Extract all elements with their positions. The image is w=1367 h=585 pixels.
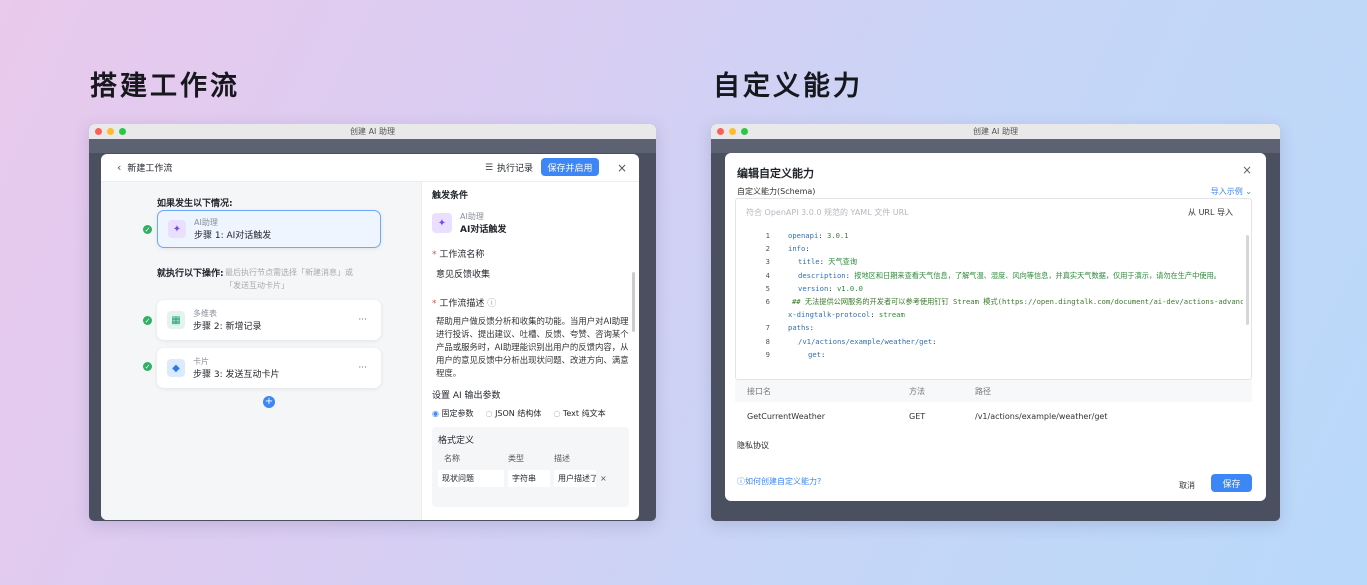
format-definition: 格式定义 名称 类型 描述 现状问题 字符串 用户描述了 × bbox=[432, 427, 629, 507]
log-icon[interactable]: ☰ bbox=[485, 163, 493, 173]
back-label[interactable]: 新建工作流 bbox=[127, 161, 172, 174]
close-icon[interactable]: × bbox=[1242, 163, 1252, 177]
param-desc[interactable]: 用户描述了 bbox=[554, 470, 596, 487]
card-icon: ◆ bbox=[167, 359, 185, 377]
workflow-editor: ‹ 新建工作流 ☰ 执行记录 保存并启用 × 如果发生以下情况: ✓ ✦ AI助… bbox=[101, 154, 639, 520]
trigger-section-label: 触发条件 bbox=[432, 191, 469, 201]
step-3-label: 步骤 3: 发送互动卡片 bbox=[193, 370, 280, 380]
check-icon: ✓ bbox=[143, 316, 152, 325]
radio-json[interactable]: ○ JSON 结构体 bbox=[486, 408, 542, 419]
panel-trigger-type: AI助理 bbox=[460, 212, 484, 221]
right-heading: 自定义能力 bbox=[713, 71, 863, 102]
code-line: 6 ## 无法提供公网服务的开发者可以参考使用钉钉 Stream 模式(https… bbox=[765, 296, 1243, 306]
code-line: x-dingtalk-protocol: stream bbox=[788, 310, 905, 320]
chevron-down-icon: ⌄ bbox=[1245, 187, 1252, 196]
flow-canvas: 如果发生以下情况: ✓ ✦ AI助理 步骤 1: AI对话触发 就执行以下操作:… bbox=[101, 182, 421, 520]
code-line: 5 version: v1.0.0 bbox=[765, 283, 863, 293]
schema-label: 自定义能力(Schema) bbox=[737, 187, 816, 196]
then-hint: 最后执行节点需选择「新建消息」或「发送互动卡片」 bbox=[225, 268, 353, 290]
config-panel: 触发条件 ✦ AI助理 AI对话触发 * 工作流名称 意见反馈收集 * 工作流描… bbox=[421, 182, 639, 520]
scrollbar[interactable] bbox=[632, 272, 635, 332]
code-line: 1 openapi: 3.0.1 bbox=[765, 231, 849, 240]
code-area[interactable]: 1 openapi: 3.0.1 2 info: 3 title: 天气查询 4 des… bbox=[736, 231, 1243, 363]
trigger-type: AI助理 bbox=[194, 218, 218, 227]
save-button[interactable]: 保存 bbox=[1211, 474, 1252, 492]
api-table-header: 接口名 方法 路径 bbox=[735, 380, 1252, 402]
step-2-type: 多维表 bbox=[193, 309, 217, 318]
code-line: 8/v1/actions/example/weather/get: bbox=[765, 336, 937, 346]
editor-header: ‹ 新建工作流 ☰ 执行记录 保存并启用 × bbox=[101, 154, 639, 182]
blurred-banner bbox=[89, 139, 656, 153]
panel-trigger-name: AI对话触发 bbox=[460, 225, 507, 235]
code-line: 3 title: 天气查询 bbox=[765, 257, 858, 267]
code-line: 4 description: 按地区和日期来查看天气信息，了解气温、湿度、风向等信… bbox=[765, 270, 1221, 280]
right-titlebar: 创建 AI 助理 bbox=[711, 124, 1280, 139]
code-line: 2 info: bbox=[765, 244, 810, 254]
if-label: 如果发生以下情况: bbox=[157, 199, 233, 209]
step-3-type: 卡片 bbox=[193, 357, 209, 366]
window-title: 创建 AI 助理 bbox=[350, 127, 395, 136]
help-link[interactable]: 如何创建自定义能力? bbox=[745, 477, 821, 486]
left-heading: 搭建工作流 bbox=[90, 71, 240, 102]
radio-text[interactable]: ○ Text 纯文本 bbox=[553, 408, 605, 419]
trigger-step[interactable]: ✦ AI助理 步骤 1: AI对话触发 bbox=[157, 210, 381, 248]
more-icon[interactable]: ··· bbox=[358, 363, 367, 373]
add-step-button[interactable]: + bbox=[263, 396, 275, 408]
url-import-button[interactable]: 从 URL 导入 bbox=[1188, 207, 1233, 218]
modal-title: 编辑自定义能力 bbox=[737, 167, 814, 180]
name-field[interactable]: 意见反馈收集 bbox=[432, 267, 629, 280]
blurred-banner bbox=[711, 139, 1280, 153]
code-line: 9 get: bbox=[765, 349, 826, 359]
check-icon: ✓ bbox=[143, 225, 152, 234]
back-icon[interactable]: ‹ bbox=[117, 161, 121, 174]
log-button[interactable]: 执行记录 bbox=[497, 161, 533, 174]
more-icon[interactable]: ··· bbox=[358, 315, 367, 325]
step-3-card[interactable]: ◆ 卡片 步骤 3: 发送互动卡片 ··· bbox=[157, 348, 381, 388]
help-icon[interactable]: ⓘ bbox=[487, 299, 496, 309]
save-enable-button[interactable]: 保存并启用 bbox=[541, 158, 599, 176]
right-app-window: 创建 AI 助理 编辑自定义能力 × 自定义能力(Schema) 导入示例 ⌄ … bbox=[711, 124, 1280, 521]
code-line: 7 paths: bbox=[765, 323, 814, 333]
ai-assistant-icon: ✦ bbox=[168, 220, 186, 238]
cancel-button[interactable]: 取消 bbox=[1179, 480, 1195, 491]
step-2-card[interactable]: ▦ 多维表 步骤 2: 新增记录 ··· bbox=[157, 300, 381, 340]
param-name[interactable]: 现状问题 bbox=[438, 470, 504, 487]
output-type-radios: ◉ 固定参数 ○ JSON 结构体 ○ Text 纯文本 bbox=[432, 408, 629, 419]
desc-field[interactable]: 帮助用户做反馈分析和收集的功能。当用户对AI助理进行投诉、提出建议、吐槽、反馈、… bbox=[432, 315, 629, 380]
name-label: 工作流名称 bbox=[439, 250, 485, 260]
table-row: 现状问题 字符串 用户描述了 × bbox=[438, 470, 623, 487]
import-example-link[interactable]: 导入示例 bbox=[1211, 187, 1243, 196]
window-title: 创建 AI 助理 bbox=[973, 127, 1018, 136]
table-icon: ▦ bbox=[167, 311, 185, 329]
format-table-header: 名称 类型 描述 bbox=[444, 454, 570, 463]
delete-icon[interactable]: × bbox=[600, 474, 607, 483]
ai-params-label: 设置 AI 输出参数 bbox=[432, 391, 501, 401]
url-input[interactable]: 符合 OpenAPI 3.0.0 规范的 YAML 文件 URL bbox=[746, 207, 909, 218]
left-app-window: 创建 AI 助理 ‹ 新建工作流 ☰ 执行记录 保存并启用 × 如果发生以下情况… bbox=[89, 124, 656, 521]
step-2-label: 步骤 2: 新增记录 bbox=[193, 322, 262, 332]
scrollbar[interactable] bbox=[1246, 235, 1249, 325]
param-type[interactable]: 字符串 bbox=[508, 470, 550, 487]
left-titlebar: 创建 AI 助理 bbox=[89, 124, 656, 139]
help-circle-icon: ⓘ bbox=[737, 477, 745, 486]
schema-editor[interactable]: 符合 OpenAPI 3.0.0 规范的 YAML 文件 URL 从 URL 导… bbox=[735, 198, 1252, 380]
desc-label: 工作流描述 bbox=[439, 299, 485, 309]
format-label: 格式定义 bbox=[438, 436, 475, 446]
close-icon[interactable]: × bbox=[617, 161, 627, 175]
custom-capability-modal: 编辑自定义能力 × 自定义能力(Schema) 导入示例 ⌄ 符合 OpenAP… bbox=[725, 153, 1266, 501]
check-icon: ✓ bbox=[143, 362, 152, 371]
radio-fixed[interactable]: ◉ 固定参数 bbox=[432, 408, 474, 419]
table-row[interactable]: GetCurrentWeather GET /v1/actions/exampl… bbox=[735, 405, 1252, 427]
trigger-label: 步骤 1: AI对话触发 bbox=[194, 231, 272, 241]
ai-assistant-icon: ✦ bbox=[432, 213, 452, 233]
privacy-label: 隐私协议 bbox=[737, 441, 769, 450]
